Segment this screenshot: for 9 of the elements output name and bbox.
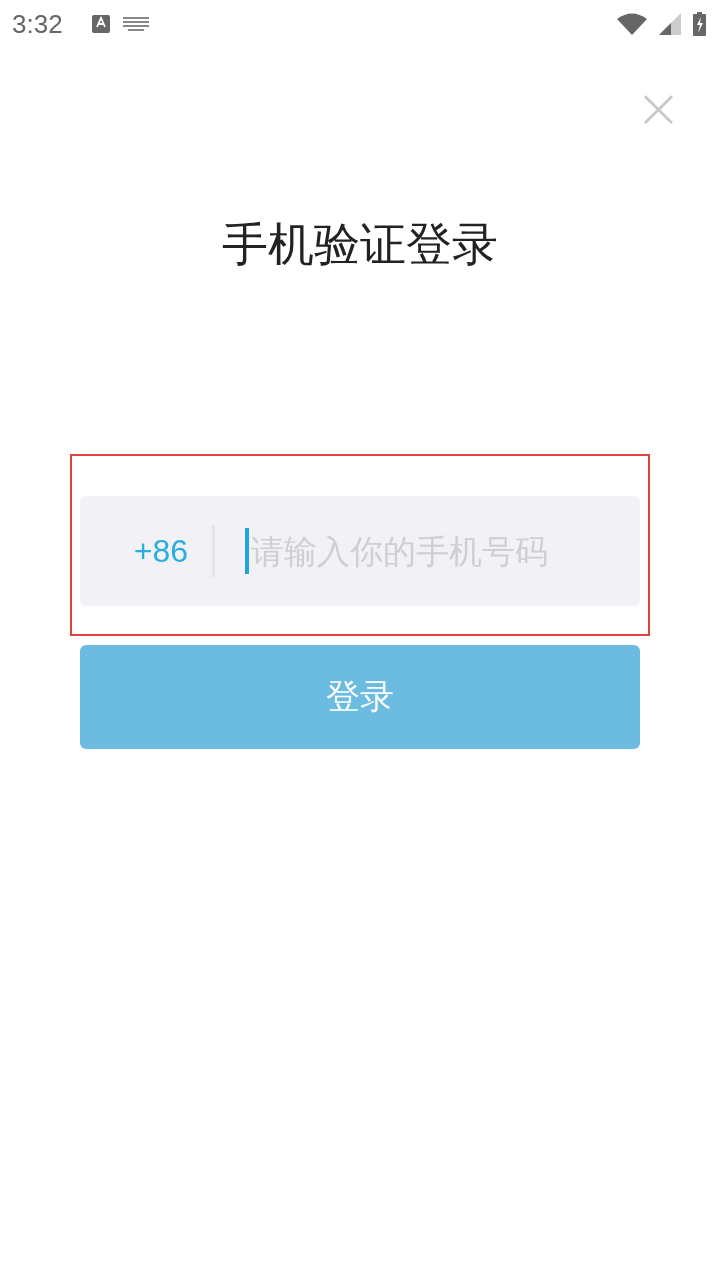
keyboard-icon: [122, 17, 149, 31]
signal-icon: [659, 13, 681, 35]
status-time: 3:32: [12, 8, 63, 40]
wifi-icon: [617, 13, 647, 35]
page-title: 手机验证登录: [221, 216, 499, 273]
close-button[interactable]: ×: [635, 80, 682, 136]
font-icon: [90, 14, 111, 34]
battery-icon: [693, 12, 706, 36]
country-code[interactable]: +86: [80, 532, 188, 570]
